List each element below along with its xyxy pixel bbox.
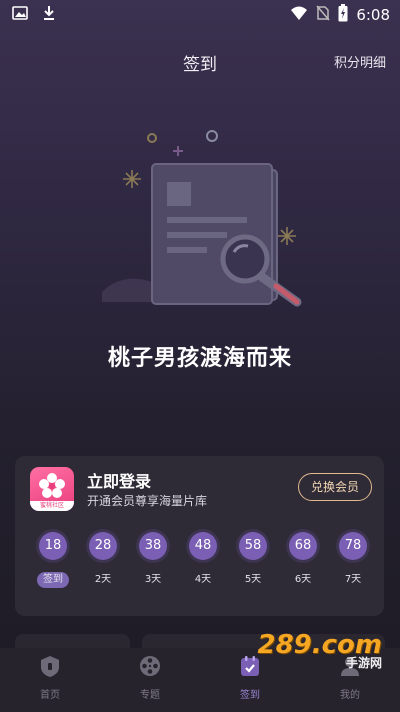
checkin-day[interactable]: 78 7天 — [335, 532, 371, 588]
day-label: 7天 — [344, 574, 362, 585]
wifi-icon — [290, 5, 308, 25]
checkin-day[interactable]: 48 4天 — [185, 532, 221, 588]
checkin-day[interactable]: 58 5天 — [235, 532, 271, 588]
tab-topics[interactable]: 专题 — [110, 654, 190, 701]
day-points: 58 — [239, 532, 267, 560]
day-points: 28 — [89, 532, 117, 560]
app-logo-caption: 蜜桃社区 — [30, 501, 74, 511]
no-sim-icon — [316, 5, 330, 25]
day-points: 48 — [189, 532, 217, 560]
home-shield-icon — [38, 656, 62, 682]
app-logo: 蜜桃社区 — [30, 467, 74, 511]
checkin-day[interactable]: 18 签到 — [35, 532, 71, 588]
day-label: 5天 — [244, 574, 262, 585]
checkin-card: 蜜桃社区 立即登录 开通会员尊享海量片库 兑换会员 18 签到 28 2天 38… — [15, 456, 384, 616]
tab-label: 我的 — [340, 690, 360, 701]
image-icon — [12, 5, 28, 25]
day-label: 2天 — [94, 574, 112, 585]
tab-label: 首页 — [40, 690, 60, 701]
checkin-day[interactable]: 38 3天 — [135, 532, 171, 588]
status-bar: 6:08 — [0, 0, 400, 30]
checkin-day[interactable]: 68 6天 — [285, 532, 321, 588]
battery-charging-icon — [338, 4, 348, 26]
day-points: 78 — [339, 532, 367, 560]
day-label: 4天 — [194, 574, 212, 585]
day-label: 6天 — [294, 574, 312, 585]
login-title[interactable]: 立即登录 — [87, 468, 151, 492]
checkin-days: 18 签到 28 2天 38 3天 48 4天 58 5天 68 6天 78 7… — [35, 532, 371, 588]
day-points: 18 — [39, 532, 67, 560]
slogan-text: 桃子男孩渡海而来 — [107, 346, 292, 371]
login-subtitle: 开通会员尊享海量片库 — [87, 494, 208, 508]
day-points: 38 — [139, 532, 167, 560]
tab-home[interactable]: 首页 — [10, 654, 90, 701]
redeem-membership-button[interactable]: 兑换会员 — [298, 473, 372, 501]
status-time: 6:08 — [356, 6, 390, 24]
tab-label: 专题 — [140, 690, 160, 701]
download-icon — [42, 5, 56, 25]
empty-state-illustration — [92, 122, 312, 322]
site-watermark: 289.com 手游网 — [257, 630, 382, 671]
day-label: 3天 — [144, 574, 162, 585]
film-reel-icon — [138, 656, 162, 682]
tab-label: 签到 — [240, 690, 260, 701]
header: 签到 积分明细 — [0, 44, 400, 78]
day-points: 68 — [289, 532, 317, 560]
points-detail-link[interactable]: 积分明细 — [334, 52, 386, 71]
checkin-day[interactable]: 28 2天 — [85, 532, 121, 588]
checkin-today-button[interactable]: 签到 — [37, 572, 69, 588]
